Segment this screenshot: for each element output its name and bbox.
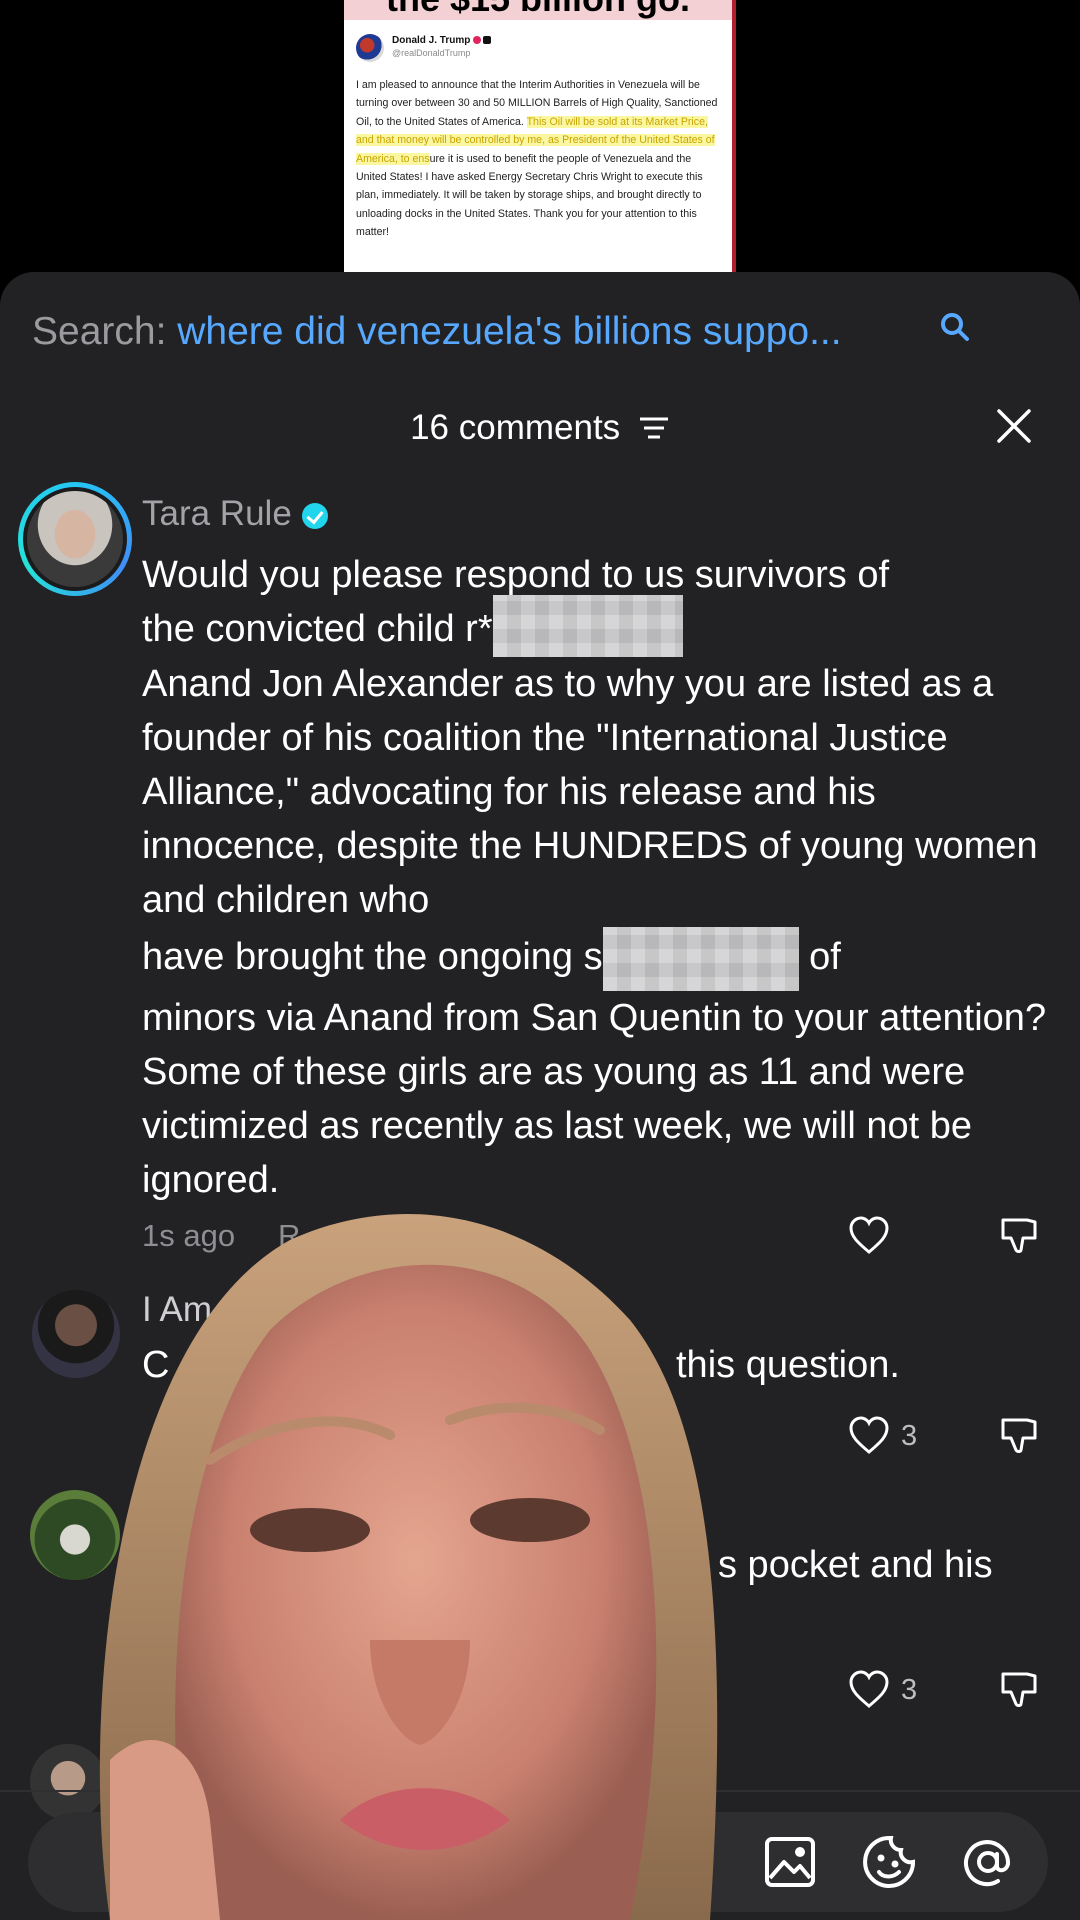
- verified-icon: [301, 502, 328, 529]
- like-count: 3: [901, 1420, 918, 1452]
- post-author-name: Donald J. Trump: [392, 34, 492, 47]
- platform-icon: [483, 36, 492, 45]
- mention-icon[interactable]: [960, 1834, 1016, 1890]
- sort-filter-icon[interactable]: [638, 415, 670, 441]
- search-icon[interactable]: [938, 310, 972, 344]
- comments-count: 16 comments: [410, 407, 621, 447]
- dislike-icon[interactable]: [997, 1668, 1041, 1712]
- comment-author-name[interactable]: Tara Rule: [142, 494, 328, 534]
- censored-block: [492, 594, 683, 657]
- dislike-icon[interactable]: [997, 1414, 1041, 1458]
- dislike-icon[interactable]: [997, 1214, 1041, 1258]
- post-top-caption: the $15 billion go.: [344, 0, 732, 20]
- like-icon[interactable]: [847, 1214, 891, 1258]
- like-icon[interactable]: [847, 1668, 891, 1712]
- image-icon[interactable]: [762, 1834, 818, 1890]
- comment-text: Would you please respond to us survivors…: [142, 554, 1047, 1201]
- post-author-handle: @realDonaldTrump: [392, 48, 471, 58]
- like-icon[interactable]: [847, 1414, 891, 1458]
- video-overlay-person: [99, 1214, 718, 1920]
- like-count: 3: [901, 1674, 918, 1706]
- comment-author-avatar[interactable]: [18, 482, 132, 596]
- search-query-link[interactable]: where did venezuela's billions suppo...: [177, 310, 841, 353]
- search-suggestion[interactable]: Search: where did venezuela's billions s…: [32, 310, 1042, 358]
- post-header: Donald J. Trump @realDonaldTrump: [344, 20, 732, 62]
- comments-count-header: 16 comments: [0, 406, 1080, 448]
- censored-block: [602, 926, 799, 991]
- verified-icon: [473, 36, 482, 45]
- post-body: I am pleased to announce that the Interi…: [356, 79, 718, 239]
- search-label: Search:: [32, 310, 167, 353]
- emoji-icon[interactable]: [861, 1834, 917, 1890]
- post-author-avatar: [356, 34, 384, 62]
- embedded-post-screenshot: the $15 billion go. Donald J. Trump @rea…: [344, 0, 736, 272]
- close-icon[interactable]: [996, 408, 1032, 444]
